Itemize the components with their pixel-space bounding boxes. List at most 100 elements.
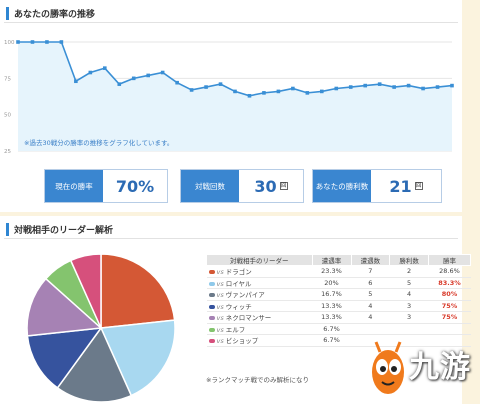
data-point xyxy=(218,82,223,86)
cell-wins: 2 xyxy=(389,265,429,278)
data-point xyxy=(131,76,136,81)
data-point xyxy=(74,79,78,84)
stat-value-text: 30 xyxy=(254,176,277,196)
data-point xyxy=(435,85,440,89)
col-header-wins: 勝利数 xyxy=(389,254,429,266)
leader-color-icon xyxy=(208,304,215,309)
data-point xyxy=(88,70,93,75)
stat-label: あなたの勝利数 xyxy=(313,170,371,202)
cell-wins: 4 xyxy=(389,288,429,301)
stat-value: 21 回 xyxy=(371,170,441,202)
win-rate-line-chart: 100 75 50 25 ※過去30戦分の勝率の推移をグラフ化しています。 xyxy=(4,40,454,155)
leader-name: エルフ xyxy=(225,325,246,334)
cell-count: 5 xyxy=(351,288,390,301)
data-point xyxy=(320,89,324,94)
data-point xyxy=(204,85,208,89)
cell-winrate: 75% xyxy=(428,311,471,324)
data-point xyxy=(189,88,194,92)
cell-count: 7 xyxy=(351,265,390,278)
trend-note: ※過去30戦分の勝率の推移をグラフ化しています。 xyxy=(24,138,173,147)
section-accent-bar xyxy=(6,222,9,236)
data-point xyxy=(160,70,165,75)
leader-section-header: 対戦相手のリーダー解析 xyxy=(6,222,113,236)
data-point xyxy=(16,40,20,44)
stat-value-text: 21 xyxy=(389,176,412,196)
data-point xyxy=(45,40,49,44)
cell-count: 6 xyxy=(351,277,390,289)
cell-leader: vs ビショップ xyxy=(206,334,313,347)
data-point xyxy=(450,83,454,88)
vs-label: vs xyxy=(216,268,224,277)
data-point xyxy=(377,82,382,86)
stat-win-count: あなたの勝利数 21 回 xyxy=(312,169,442,203)
stat-match-count: 対戦回数 30 回 xyxy=(180,169,304,203)
cell-leader: vs ロイヤル xyxy=(206,277,313,289)
data-point xyxy=(59,40,64,44)
leader-name: ウィッチ xyxy=(225,302,252,311)
leader-color-icon xyxy=(208,327,215,332)
leader-table-row: vs ネクロマンサー 13.3% 4 3 75% xyxy=(206,311,471,324)
leader-section-title: 対戦相手のリーダー解析 xyxy=(14,225,114,236)
cell-rate: 23.3% xyxy=(312,265,351,278)
stat-unit: 回 xyxy=(414,182,423,190)
cell-winrate: 75% xyxy=(428,300,471,312)
cell-winrate: 28.6% xyxy=(428,265,471,278)
y-tick-label: 50 xyxy=(4,113,11,119)
cell-wins: 3 xyxy=(389,311,429,324)
data-point xyxy=(175,80,179,85)
vs-label: vs xyxy=(216,279,224,288)
leader-name: ヴァンパイア xyxy=(225,291,265,300)
pie-slice xyxy=(100,253,176,329)
cell-leader: vs ドラゴン xyxy=(206,265,313,278)
data-point xyxy=(146,73,150,78)
vs-label: vs xyxy=(216,302,224,311)
y-tick-label: 100 xyxy=(4,40,15,46)
leader-table-row: vs ウィッチ 13.3% 4 3 75% xyxy=(206,300,471,312)
leader-name: ドラゴン xyxy=(225,268,252,277)
data-point xyxy=(262,91,266,95)
data-point xyxy=(421,86,425,91)
col-header-count: 遭遇数 xyxy=(350,254,391,266)
stat-label: 対戦回数 xyxy=(181,170,239,202)
y-tick-label: 75 xyxy=(4,76,11,82)
vs-label: vs xyxy=(216,337,224,346)
cell-count: 4 xyxy=(351,311,390,324)
stat-value: 70% xyxy=(103,170,167,202)
stat-unit: 回 xyxy=(279,182,288,190)
cell-rate: 6.7% xyxy=(312,334,351,347)
cell-leader: vs ヴァンパイア xyxy=(206,288,313,301)
data-point xyxy=(233,89,237,94)
col-header-rate: 遭遇率 xyxy=(311,254,352,266)
cell-wins: 5 xyxy=(389,277,429,289)
cell-winrate: 83.3% xyxy=(428,277,471,289)
vs-label: vs xyxy=(216,291,224,300)
data-point xyxy=(348,85,353,89)
data-point xyxy=(406,83,411,88)
col-header-leader: 対戦相手のリーダー xyxy=(206,254,313,266)
data-point xyxy=(334,86,339,91)
leader-color-icon xyxy=(208,270,215,275)
leader-name: ネクロマンサー xyxy=(225,314,272,323)
stat-current-winrate: 現在の勝率 70% xyxy=(44,169,168,203)
y-tick-label: 25 xyxy=(4,149,11,155)
cell-rate: 6.7% xyxy=(312,323,351,335)
leader-pie-chart xyxy=(26,253,176,403)
cell-count: 4 xyxy=(351,300,390,312)
cell-leader: vs ネクロマンサー xyxy=(206,311,313,324)
leader-table-row: vs ヴァンパイア 16.7% 5 4 80% xyxy=(206,288,471,301)
watermark-text: 九游 xyxy=(409,350,471,385)
leader-table-header-row: 対戦相手のリーダー 遭遇率 遭遇数 勝利数 勝率 xyxy=(206,254,472,266)
section-divider xyxy=(4,238,458,239)
leader-table-row: vs ドラゴン 23.3% 7 2 28.6% xyxy=(206,265,471,278)
cell-rate: 20% xyxy=(312,277,351,289)
win-rate-trend-panel: あなたの勝率の推移 100 75 50 25 ※過去30戦分の勝率の推移をグラフ化してい… xyxy=(0,0,462,212)
watermark-logo: 九游 xyxy=(366,330,480,404)
cell-wins: 3 xyxy=(389,300,429,312)
cell-rate: 16.7% xyxy=(312,288,351,301)
col-header-winrate: 勝率 xyxy=(427,254,472,266)
leader-table-row: vs ロイヤル 20% 6 5 83.3% xyxy=(206,277,471,289)
data-point xyxy=(291,86,295,91)
line-area xyxy=(18,42,452,151)
stat-value-text: 70% xyxy=(115,176,155,196)
data-point xyxy=(247,93,252,98)
